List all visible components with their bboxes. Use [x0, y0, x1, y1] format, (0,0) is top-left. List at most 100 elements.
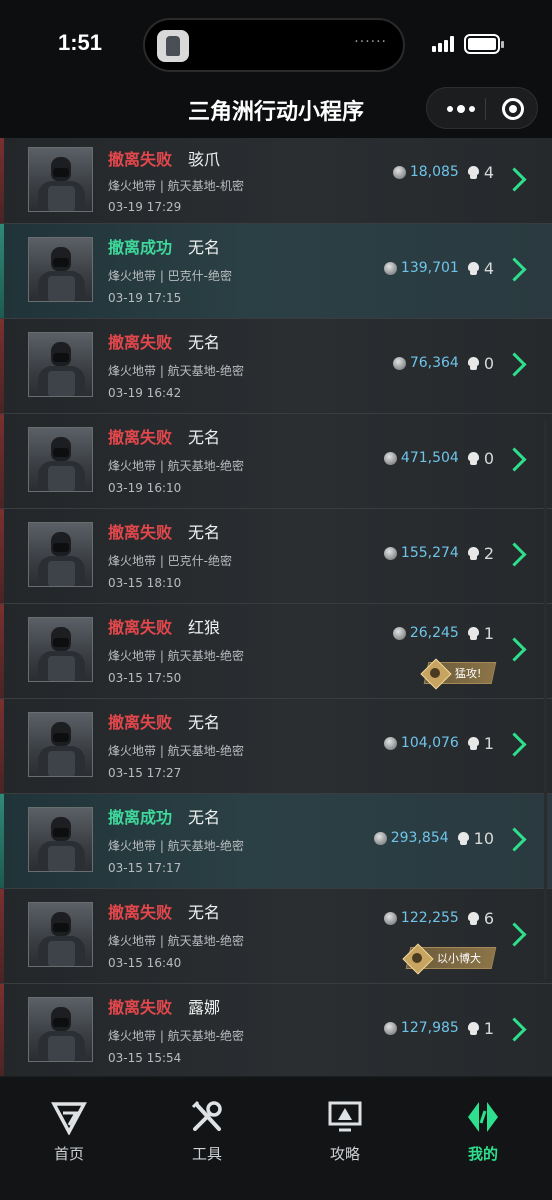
result-accent-bar	[0, 604, 4, 698]
chevron-right-icon[interactable]	[506, 636, 524, 664]
kill-count: 4	[483, 162, 494, 182]
profile-logo-icon	[465, 1099, 501, 1135]
mode-map: 烽火地带 | 航天基地-绝密	[108, 744, 245, 758]
capsule-divider	[485, 98, 486, 120]
island-indicator: ······	[354, 34, 387, 50]
extraction-result: 撤离失败	[108, 618, 173, 637]
match-datetime: 03-15 18:10	[108, 576, 182, 590]
record-row[interactable]: 撤离失败 露娜 烽火地带 | 航天基地-绝密 03-15 15:54 127,9…	[0, 984, 552, 1076]
dynamic-island[interactable]: ······	[143, 18, 405, 72]
nav-tab-1[interactable]: 首页	[24, 1095, 114, 1165]
achievement-badge: 猛攻!	[421, 659, 497, 687]
record-row[interactable]: 撤离失败 无名 烽火地带 | 航天基地-绝密 03-15 17:27 104,0…	[0, 699, 552, 794]
chevron-right-icon[interactable]	[506, 541, 524, 569]
match-datetime: 03-15 16:40	[108, 956, 182, 970]
coin-icon	[383, 1021, 397, 1035]
skull-icon	[467, 1021, 480, 1035]
result-accent-bar	[0, 224, 4, 318]
home-logo-icon	[51, 1099, 87, 1136]
record-row[interactable]: 撤离失败 无名 烽火地带 | 巴克什-绝密 03-15 18:10 155,27…	[0, 509, 552, 604]
record-row[interactable]: 撤离失败 无名 烽火地带 | 航天基地-绝密 03-19 16:10 471,5…	[0, 414, 552, 509]
match-stats: 104,076 1	[383, 733, 494, 753]
chevron-right-icon[interactable]	[506, 731, 524, 759]
target-circle-icon[interactable]	[502, 98, 524, 120]
status-bar: 1:51 ······	[0, 0, 552, 90]
loot-value: 293,854	[390, 830, 449, 846]
skull-icon	[467, 911, 480, 925]
match-stats: 122,255 6	[383, 908, 494, 928]
skull-icon	[467, 165, 480, 179]
loot-value: 18,085	[409, 164, 459, 180]
kill-count: 0	[483, 448, 494, 468]
operator-name: 无名	[188, 428, 221, 447]
more-dots-icon[interactable]	[441, 97, 481, 121]
result-accent-bar	[0, 509, 4, 603]
achievement-badge: 以小博大	[405, 947, 497, 969]
operator-name: 无名	[188, 713, 221, 732]
record-row[interactable]: 撤离失败 无名 烽火地带 | 航天基地-绝密 03-19 16:42 76,36…	[0, 319, 552, 414]
chevron-right-icon[interactable]	[506, 351, 524, 379]
match-stats: 293,854 10	[373, 828, 494, 848]
tools-icon	[189, 1099, 225, 1135]
badge-emblem-icon	[421, 659, 449, 687]
scrollbar[interactable]	[544, 420, 547, 980]
skull-icon	[467, 261, 480, 275]
kill-count: 1	[483, 623, 494, 643]
chevron-right-icon[interactable]	[506, 166, 524, 194]
title-bar: 三角洲行动小程序	[0, 84, 552, 138]
kill-count: 10	[473, 828, 494, 848]
operator-avatar	[28, 902, 93, 967]
record-row[interactable]: 撤离失败 红狼 烽火地带 | 航天基地-绝密 03-15 17:50 26,24…	[0, 604, 552, 699]
match-datetime: 03-15 17:50	[108, 671, 182, 685]
status-time: 1:51	[58, 30, 103, 55]
chevron-right-icon[interactable]	[506, 256, 524, 284]
chevron-right-icon[interactable]	[506, 1016, 524, 1044]
operator-avatar	[28, 712, 93, 777]
operator-avatar	[28, 617, 93, 682]
loot-value: 104,076	[400, 735, 459, 751]
match-stats: 471,504 0	[383, 448, 494, 468]
skull-icon	[467, 451, 480, 465]
nav-tab-2[interactable]: 工具	[162, 1095, 252, 1165]
mode-map: 烽火地带 | 巴克什-绝密	[108, 269, 233, 283]
miniprogram-capsule	[426, 87, 538, 129]
result-accent-bar	[0, 699, 4, 793]
record-row[interactable]: 撤离失败 骇爪 烽火地带 | 航天基地-机密 03-19 17:29 18,08…	[0, 138, 552, 224]
extraction-result: 撤离成功	[108, 238, 173, 257]
mode-map: 烽火地带 | 航天基地-绝密	[108, 934, 245, 948]
match-stats: 76,364 0	[392, 353, 494, 373]
operator-name: 无名	[188, 238, 221, 257]
guide-monitor-icon	[327, 1099, 363, 1135]
coin-icon	[392, 165, 406, 179]
chevron-right-icon[interactable]	[506, 826, 524, 854]
coin-icon	[383, 451, 397, 465]
record-row[interactable]: 撤离成功 无名 烽火地带 | 巴克什-绝密 03-19 17:15 139,70…	[0, 224, 552, 319]
operator-name: 骇爪	[188, 150, 221, 169]
match-stats: 127,985 1	[383, 1018, 494, 1038]
match-datetime: 03-19 16:10	[108, 481, 182, 495]
record-row[interactable]: 撤离成功 无名 烽火地带 | 航天基地-绝密 03-15 17:17 293,8…	[0, 794, 552, 889]
app-thumbnail-icon	[157, 30, 189, 62]
operator-avatar	[28, 997, 93, 1062]
badge-label: 以小博大	[437, 952, 481, 965]
mode-map: 烽火地带 | 航天基地-机密	[108, 179, 245, 193]
nav-tab-label: 首页	[53, 1145, 84, 1163]
nav-tab-4[interactable]: 我的	[438, 1095, 528, 1165]
kill-count: 0	[483, 353, 494, 373]
extraction-result: 撤离失败	[108, 523, 173, 542]
coin-icon	[392, 626, 406, 640]
extraction-result: 撤离失败	[108, 150, 173, 169]
record-row[interactable]: 撤离失败 无名 烽火地带 | 航天基地-绝密 03-15 16:40 122,2…	[0, 889, 552, 984]
match-records-list[interactable]: 撤离失败 骇爪 烽火地带 | 航天基地-机密 03-19 17:29 18,08…	[0, 138, 552, 1076]
nav-tab-3[interactable]: 攻略	[300, 1095, 390, 1165]
chevron-right-icon[interactable]	[506, 921, 524, 949]
kill-count: 6	[483, 908, 494, 928]
result-accent-bar	[0, 138, 4, 223]
extraction-result: 撤离失败	[108, 333, 173, 352]
operator-avatar	[28, 807, 93, 872]
operator-name: 无名	[188, 523, 221, 542]
nav-tab-label: 我的	[467, 1145, 498, 1163]
result-accent-bar	[0, 319, 4, 413]
chevron-right-icon[interactable]	[506, 446, 524, 474]
loot-value: 127,985	[400, 1020, 459, 1036]
